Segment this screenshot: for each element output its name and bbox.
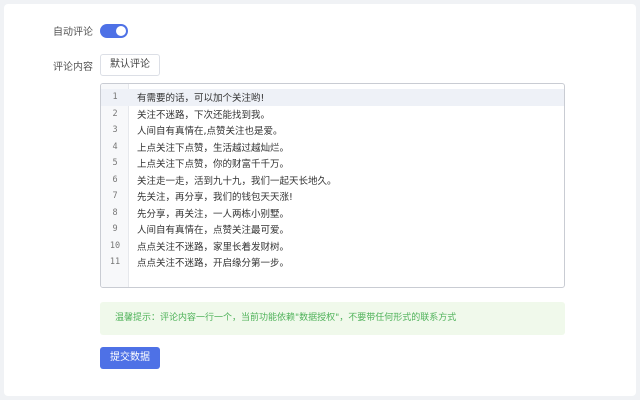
line-number: 6: [112, 174, 118, 185]
toggle-knob: [116, 26, 126, 36]
line-number: 1: [112, 92, 118, 103]
editor-line[interactable]: 6 关注走一走，活到九十九，我们一起天长地久。: [101, 172, 564, 189]
line-number: 11: [109, 257, 121, 268]
auto-comment-label: 自动评论: [53, 27, 93, 38]
line-number: 3: [112, 125, 118, 136]
line-text: 有需要的话，可以加个关注哟!: [137, 93, 265, 105]
editor-line[interactable]: 7 先关注，再分享，我们的钱包天天涨!: [101, 188, 564, 205]
line-text: 点点关注不迷路，家里长着发财树。: [137, 241, 290, 253]
line-text: 上点关注下点赞，你的财富千千万。: [137, 159, 290, 171]
warm-tip-alert: 温馨提示：评论内容一行一个，当前功能依赖"数据授权"，不要带任何形式的联系方式: [100, 302, 565, 335]
line-text: 人间自有真情在,点赞关注也是爱。: [137, 126, 283, 138]
editor-line[interactable]: 3 人间自有真情在,点赞关注也是爱。: [101, 122, 564, 139]
line-number: 9: [112, 224, 118, 235]
editor-line[interactable]: 2 关注不迷路，下次还能找到我。: [101, 106, 564, 123]
submit-data-button[interactable]: 提交数据: [100, 347, 160, 369]
line-number: 7: [112, 191, 118, 202]
line-number: 2: [112, 108, 118, 119]
editor-line[interactable]: 11 点点关注不迷路，开启缘分第一步。: [101, 254, 564, 271]
auto-comment-toggle[interactable]: [100, 24, 128, 38]
settings-panel: 自动评论 评论内容 默认评论 1 有需要的话，可以加个关注哟! 2 关注不迷路，…: [4, 4, 636, 396]
editor-line[interactable]: 9 人间自有真情在，点赞关注最可爱。: [101, 221, 564, 238]
line-text: 人间自有真情在，点赞关注最可爱。: [137, 225, 290, 237]
editor-line[interactable]: 4 上点关注下点赞，生活越过越灿烂。: [101, 139, 564, 156]
line-number: 10: [109, 240, 121, 251]
line-text: 上点关注下点赞，生活越过越灿烂。: [137, 142, 290, 154]
editor-line[interactable]: 8 先分享，再关注，一人两栋小别墅。: [101, 205, 564, 222]
editor-line[interactable]: 10 点点关注不迷路，家里长着发财树。: [101, 238, 564, 255]
line-number: 4: [112, 141, 118, 152]
default-comment-button[interactable]: 默认评论: [100, 54, 160, 76]
line-number: 8: [112, 207, 118, 218]
line-text: 先分享，再关注，一人两栋小别墅。: [137, 208, 290, 220]
line-number: 5: [112, 158, 118, 169]
comment-content-label: 评论内容: [53, 62, 93, 73]
line-text: 关注走一走，活到九十九，我们一起天长地久。: [137, 175, 337, 187]
comment-editor[interactable]: 1 有需要的话，可以加个关注哟! 2 关注不迷路，下次还能找到我。 3 人间自有…: [100, 83, 565, 288]
line-text: 关注不迷路，下次还能找到我。: [137, 109, 271, 121]
editor-line[interactable]: 1 有需要的话，可以加个关注哟!: [101, 89, 564, 106]
line-text: 先关注，再分享，我们的钱包天天涨!: [137, 192, 293, 204]
editor-line[interactable]: 5 上点关注下点赞，你的财富千千万。: [101, 155, 564, 172]
line-text: 点点关注不迷路，开启缘分第一步。: [137, 258, 290, 270]
